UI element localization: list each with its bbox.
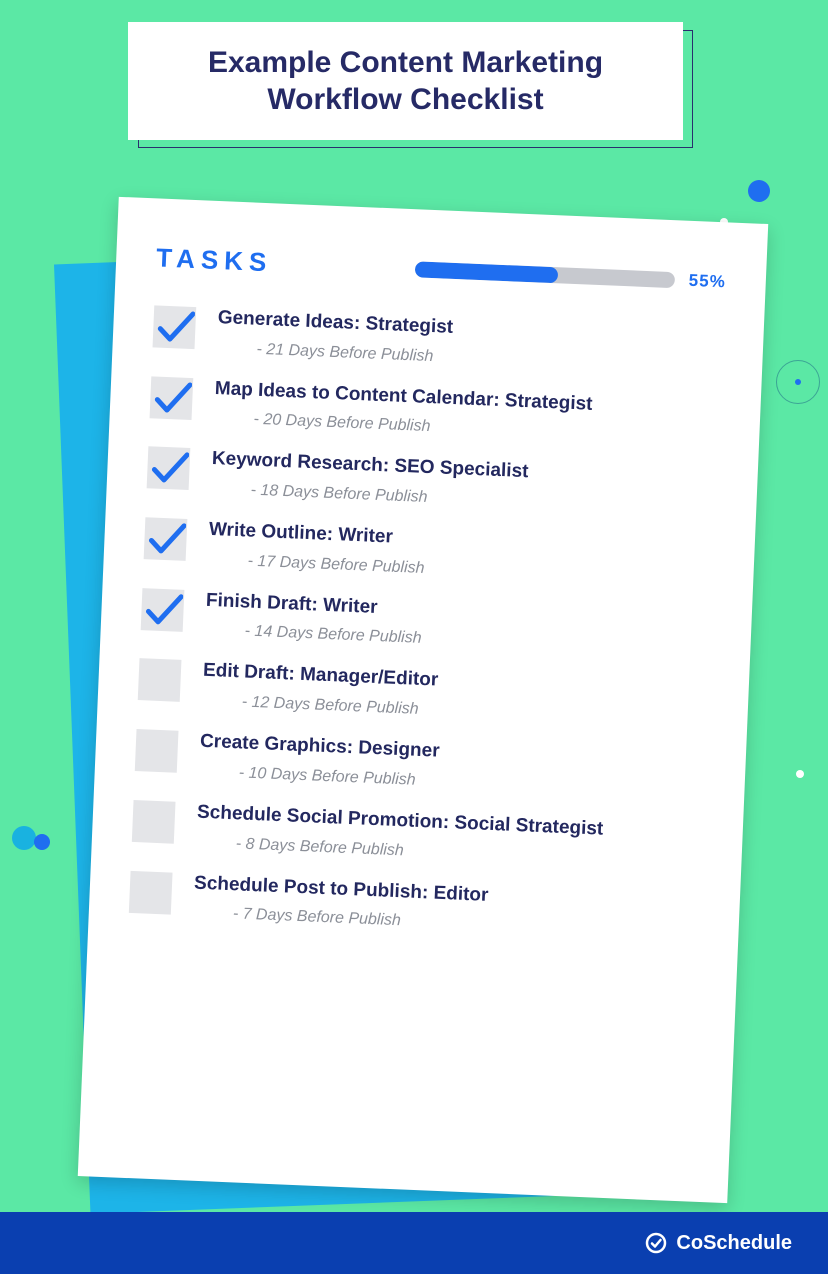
task-title: Generate Ideas: Strategist: [217, 306, 453, 341]
task-subtitle: - 18 Days Before Publish: [250, 482, 527, 512]
task-row: Keyword Research: SEO Specialist- 18 Day…: [146, 443, 718, 520]
task-checkbox[interactable]: [153, 305, 197, 349]
task-checkbox[interactable]: [129, 870, 173, 914]
task-body: Map Ideas to Content Calendar: Strategis…: [213, 375, 593, 443]
task-body: Generate Ideas: Strategist- 21 Days Befo…: [216, 304, 453, 367]
decoration-dot: [12, 826, 36, 850]
progress-fill: [415, 261, 559, 283]
progress-bar: [415, 261, 675, 288]
task-body: Finish Draft: Writer- 14 Days Before Pub…: [204, 587, 423, 649]
task-row: Map Ideas to Content Calendar: Strategis…: [149, 372, 721, 449]
decoration-dot: [796, 770, 804, 778]
brand-logo-icon: [644, 1231, 668, 1255]
task-row: Finish Draft: Writer- 14 Days Before Pub…: [140, 584, 712, 661]
task-row: Create Graphics: Designer- 10 Days Befor…: [134, 725, 706, 802]
check-icon: [154, 306, 196, 348]
task-list: Generate Ideas: Strategist- 21 Days Befo…: [129, 301, 724, 943]
check-icon: [145, 518, 187, 560]
task-subtitle: - 12 Days Before Publish: [241, 694, 437, 720]
check-icon: [142, 589, 184, 631]
title-box: Example Content Marketing Workflow Check…: [128, 22, 683, 140]
task-title: Edit Draft: Manager/Editor: [202, 659, 438, 694]
progress: 55%: [292, 254, 726, 292]
task-body: Schedule Post to Publish: Editor- 7 Days…: [193, 869, 489, 934]
task-title: Write Outline: Writer: [208, 518, 426, 552]
task-checkbox[interactable]: [150, 376, 194, 420]
task-row: Schedule Post to Publish: Editor- 7 Days…: [129, 866, 701, 943]
task-subtitle: - 21 Days Before Publish: [256, 340, 452, 366]
task-title: Keyword Research: SEO Specialist: [211, 447, 529, 485]
tasks-heading: TASKS: [156, 242, 273, 278]
brand: CoSchedule: [644, 1231, 792, 1255]
brand-name: CoSchedule: [676, 1232, 792, 1255]
task-checkbox[interactable]: [135, 729, 179, 773]
task-subtitle: - 14 Days Before Publish: [244, 623, 422, 648]
check-icon: [151, 377, 193, 419]
progress-label: 55%: [688, 270, 726, 292]
task-title: Schedule Post to Publish: Editor: [194, 871, 489, 908]
checklist-card: TASKS 55% Generate Ideas: Strategist- 21…: [78, 197, 768, 1203]
task-body: Keyword Research: SEO Specialist- 18 Day…: [210, 445, 529, 511]
decoration-dot: [34, 834, 50, 850]
task-subtitle: - 20 Days Before Publish: [253, 411, 591, 443]
task-row: Generate Ideas: Strategist- 21 Days Befo…: [152, 301, 724, 378]
decoration-dot: [748, 180, 770, 202]
task-checkbox[interactable]: [132, 800, 176, 844]
task-row: Schedule Social Promotion: Social Strate…: [132, 796, 704, 873]
footer-bar: CoSchedule: [0, 1212, 828, 1274]
check-icon: [148, 448, 190, 490]
task-row: Write Outline: Writer- 17 Days Before Pu…: [143, 513, 715, 590]
task-row: Edit Draft: Manager/Editor- 12 Days Befo…: [137, 655, 709, 732]
task-body: Edit Draft: Manager/Editor- 12 Days Befo…: [201, 657, 438, 719]
decoration-ring: [776, 360, 820, 404]
task-subtitle: - 17 Days Before Publish: [247, 552, 425, 577]
task-checkbox[interactable]: [144, 517, 188, 561]
task-subtitle: - 7 Days Before Publish: [232, 905, 487, 934]
page-title: Example Content Marketing Workflow Check…: [158, 44, 653, 119]
card-header: TASKS 55%: [156, 242, 727, 297]
task-checkbox[interactable]: [147, 447, 191, 491]
task-subtitle: - 10 Days Before Publish: [238, 764, 438, 790]
task-checkbox[interactable]: [141, 588, 185, 632]
task-body: Write Outline: Writer- 17 Days Before Pu…: [207, 516, 426, 578]
task-body: Schedule Social Promotion: Social Strate…: [195, 798, 603, 868]
task-checkbox[interactable]: [138, 659, 182, 703]
task-title: Finish Draft: Writer: [205, 589, 423, 623]
task-body: Create Graphics: Designer- 10 Days Befor…: [198, 728, 440, 791]
task-title: Create Graphics: Designer: [200, 730, 441, 765]
